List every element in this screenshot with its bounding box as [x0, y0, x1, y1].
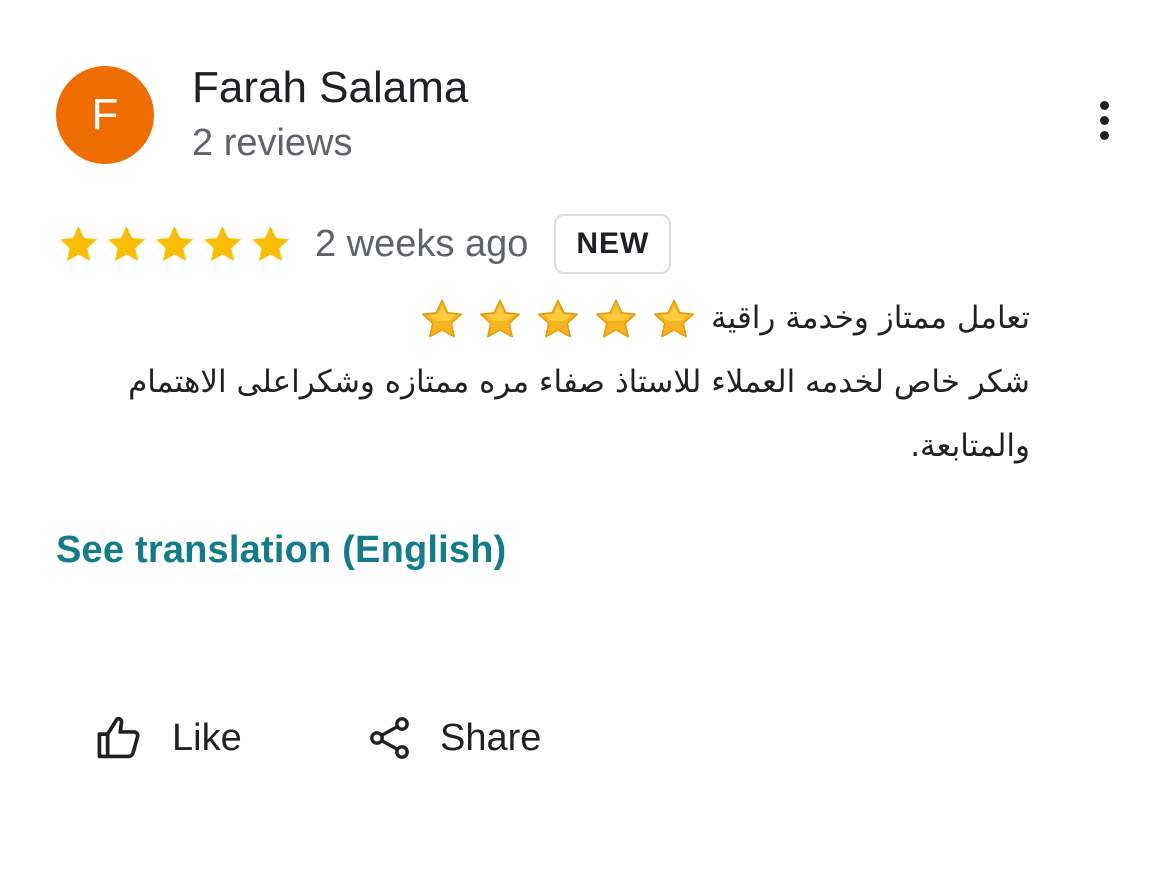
star-emoji-icon [653, 299, 695, 337]
review-date: 2 weeks ago [315, 223, 529, 265]
new-badge: NEW [554, 214, 672, 274]
rating-row: 2 weeks ago NEW [56, 212, 672, 276]
star-emoji-icon [421, 299, 463, 337]
see-translation-link[interactable]: See translation (English) [56, 526, 507, 574]
more-vertical-icon-dot [1099, 115, 1109, 125]
share-button[interactable]: Share [366, 706, 541, 770]
star-icon [203, 225, 242, 261]
review-text: تعامل ممتاز وخدمة راقية شكر خاص لخدمه ال… [56, 286, 1030, 478]
share-icon [370, 717, 409, 759]
review-text-line-2: شكر خاص لخدمه العملاء للاستاذ صفاء مره م… [128, 364, 1030, 464]
reviewer-review-count: 2 reviews [192, 122, 353, 164]
thumbs-up-icon [97, 716, 140, 759]
star-icon [107, 225, 146, 261]
star-emoji-icon [537, 299, 579, 337]
review-text-line-1: تعامل ممتاز وخدمة راقية [711, 300, 1030, 336]
star-icon [251, 225, 290, 261]
avatar[interactable]: F [56, 66, 154, 164]
emoji-stars [419, 297, 697, 343]
avatar-initial: F [91, 90, 119, 139]
like-button[interactable]: Like [94, 706, 242, 770]
star-icon [155, 225, 194, 261]
star-icon [59, 225, 98, 261]
star-emoji-icon [479, 299, 521, 337]
share-label: Share [440, 717, 542, 759]
review-text-line: تعامل ممتاز وخدمة راقية [56, 286, 1030, 350]
star-emoji-icon [595, 299, 637, 337]
star-rating [56, 222, 293, 267]
like-label: Like [172, 717, 242, 759]
more-options-button[interactable] [1080, 92, 1128, 148]
more-vertical-icon-dot [1099, 130, 1109, 140]
reviewer-name[interactable]: Farah Salama [192, 62, 468, 114]
more-vertical-icon [1099, 100, 1109, 110]
